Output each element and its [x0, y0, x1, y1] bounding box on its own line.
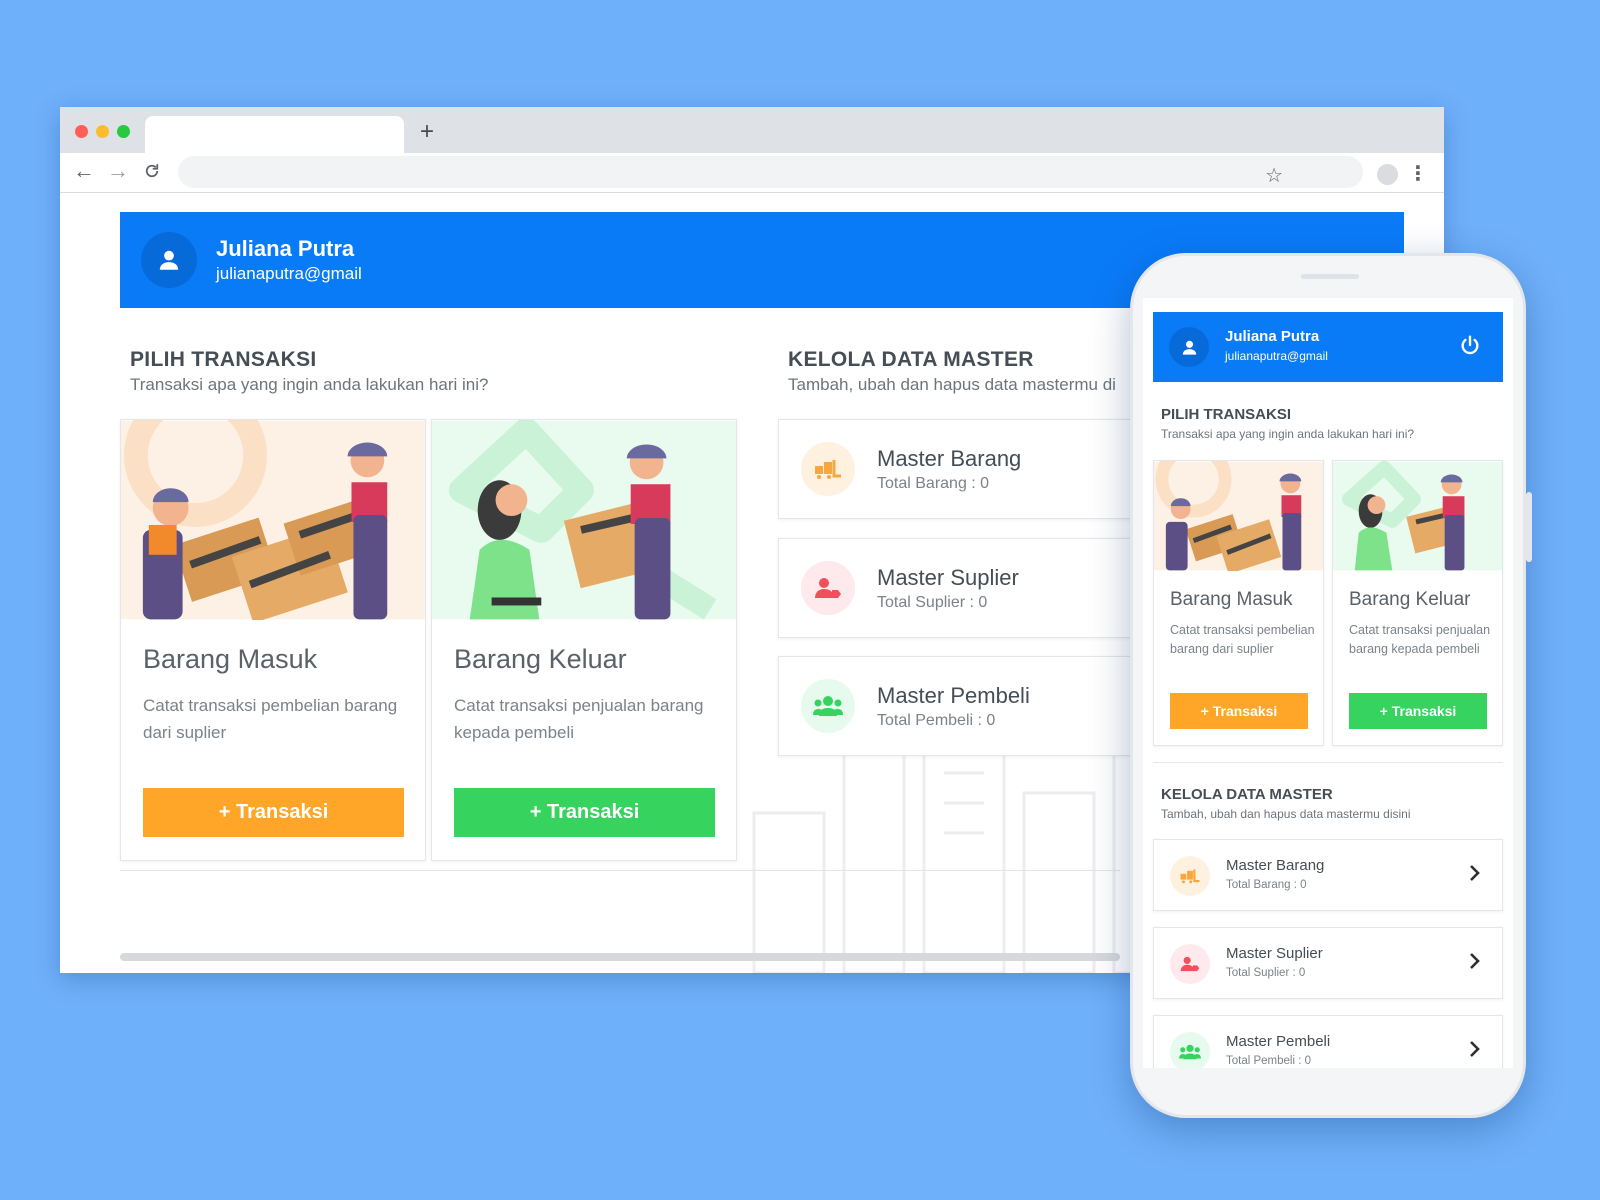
users-icon	[801, 679, 855, 733]
truck-box-icon	[801, 442, 855, 496]
card-description: Catat transaksi penjualan barang kepada …	[454, 696, 704, 742]
bookmark-star-icon[interactable]: ☆	[1265, 163, 1283, 188]
power-logout-icon[interactable]	[1459, 334, 1481, 361]
card-description: Catat transaksi pembelian barang dari su…	[1170, 623, 1315, 656]
forward-arrow-icon[interactable]: →	[102, 155, 134, 187]
user-avatar-icon[interactable]	[141, 232, 197, 288]
tab-strip: +	[60, 107, 1444, 153]
card-title: Barang Masuk	[1170, 589, 1293, 610]
phone-speaker	[1301, 274, 1359, 279]
master-card-subtitle: Total Pembeli : 0	[877, 712, 996, 729]
master-card-title: Master Barang	[877, 446, 1022, 471]
master-section-subtitle: Tambah, ubah dan hapus data mastermu dis…	[1161, 807, 1411, 821]
close-window-dot[interactable]	[75, 125, 88, 138]
master-suplier-card[interactable]: Master Suplier Total Suplier : 0	[778, 538, 1178, 638]
master-pembeli-card[interactable]: Master Pembeli Total Pembeli : 0	[778, 656, 1178, 756]
back-arrow-icon[interactable]: ←	[68, 155, 100, 187]
browser-tab[interactable]	[145, 116, 404, 153]
chevron-right-icon[interactable]	[1468, 1040, 1480, 1063]
horizontal-scrollbar[interactable]	[120, 953, 1120, 961]
master-suplier-card[interactable]: Master Suplier Total Suplier : 0	[1153, 927, 1503, 999]
barang-masuk-transaksi-button[interactable]: + Transaksi	[143, 788, 404, 837]
mobile-screen: Juliana Putra julianaputra@gmail PILIH T…	[1143, 298, 1513, 1068]
handing-box-illustration	[432, 420, 736, 620]
users-icon	[1170, 1032, 1210, 1068]
barang-keluar-card: Barang Keluar Catat transaksi penjualan …	[1332, 460, 1503, 746]
reload-icon[interactable]	[136, 155, 168, 187]
minimize-window-dot[interactable]	[96, 125, 109, 138]
user-name: Juliana Putra	[216, 236, 355, 261]
user-email: julianaputra@gmail	[1225, 349, 1328, 363]
transaksi-section-title: PILIH TRANSAKSI	[1161, 406, 1292, 423]
master-card-title: Master Barang	[1226, 857, 1325, 874]
master-barang-card[interactable]: Master Barang Total Barang : 0	[1153, 839, 1503, 911]
master-barang-card[interactable]: Master Barang Total Barang : 0	[778, 419, 1178, 519]
truck-box-icon	[1170, 856, 1210, 896]
chevron-right-icon[interactable]	[1468, 864, 1480, 887]
phone-side-button	[1526, 492, 1532, 562]
new-tab-button[interactable]: +	[420, 117, 434, 147]
phone-mockup: Juliana Putra julianaputra@gmail PILIH T…	[1130, 253, 1532, 1118]
master-card-subtitle: Total Pembeli : 0	[1226, 1055, 1312, 1067]
transaksi-section-subtitle: Transaksi apa yang ingin anda lakukan ha…	[1161, 427, 1415, 441]
receiving-boxes-illustration	[1154, 461, 1323, 571]
receiving-boxes-illustration	[121, 420, 425, 620]
chevron-right-icon[interactable]	[1468, 952, 1480, 975]
menu-kebab-icon[interactable]: ⋮	[1408, 161, 1428, 186]
profile-avatar-icon[interactable]	[1377, 164, 1398, 185]
user-name: Juliana Putra	[1225, 328, 1320, 345]
address-bar[interactable]: ☆	[178, 156, 1363, 188]
master-card-title: Master Pembeli	[1226, 1033, 1331, 1050]
user-tag-icon	[1170, 944, 1210, 984]
master-card-subtitle: Total Suplier : 0	[1226, 967, 1306, 979]
master-card-subtitle: Total Suplier : 0	[877, 594, 988, 611]
maximize-window-dot[interactable]	[117, 125, 130, 138]
section-divider	[120, 870, 1120, 871]
barang-masuk-card: Barang Masuk Catat transaksi pembelian b…	[120, 419, 426, 861]
master-card-subtitle: Total Barang : 0	[877, 475, 990, 492]
barang-keluar-transaksi-button[interactable]: + Transaksi	[1349, 693, 1487, 729]
master-card-title: Master Suplier	[1226, 945, 1323, 962]
section-divider	[1153, 762, 1503, 763]
card-description: Catat transaksi pembelian barang dari su…	[143, 696, 398, 742]
master-card-title: Master Suplier	[877, 565, 1019, 590]
browser-toolbar: ← → ☆ ⋮	[60, 153, 1444, 240]
user-avatar-icon[interactable]	[1169, 327, 1209, 367]
master-card-title: Master Pembeli	[877, 683, 1030, 708]
master-section-title: KELOLA DATA MASTER	[788, 348, 1034, 371]
master-pembeli-card[interactable]: Master Pembeli Total Pembeli : 0	[1153, 1015, 1503, 1068]
barang-masuk-transaksi-button[interactable]: + Transaksi	[1170, 693, 1308, 729]
master-section-title: KELOLA DATA MASTER	[1161, 786, 1333, 803]
card-title: Barang Keluar	[1349, 589, 1471, 610]
user-tag-icon	[801, 561, 855, 615]
card-title: Barang Keluar	[454, 644, 627, 674]
barang-masuk-card: Barang Masuk Catat transaksi pembelian b…	[1153, 460, 1324, 746]
barang-keluar-card: Barang Keluar Catat transaksi penjualan …	[431, 419, 737, 861]
transaksi-section-title: PILIH TRANSAKSI	[130, 348, 317, 371]
card-title: Barang Masuk	[143, 644, 318, 674]
barang-keluar-transaksi-button[interactable]: + Transaksi	[454, 788, 715, 837]
user-email: julianaputra@gmail	[216, 264, 362, 283]
mobile-user-header: Juliana Putra julianaputra@gmail	[1153, 312, 1503, 382]
master-card-subtitle: Total Barang : 0	[1226, 879, 1307, 891]
transaksi-section-subtitle: Transaksi apa yang ingin anda lakukan ha…	[130, 375, 489, 394]
card-description: Catat transaksi penjualan barang kepada …	[1349, 623, 1491, 656]
handing-box-illustration	[1333, 461, 1502, 571]
master-section-subtitle: Tambah, ubah dan hapus data mastermu di	[788, 375, 1116, 394]
